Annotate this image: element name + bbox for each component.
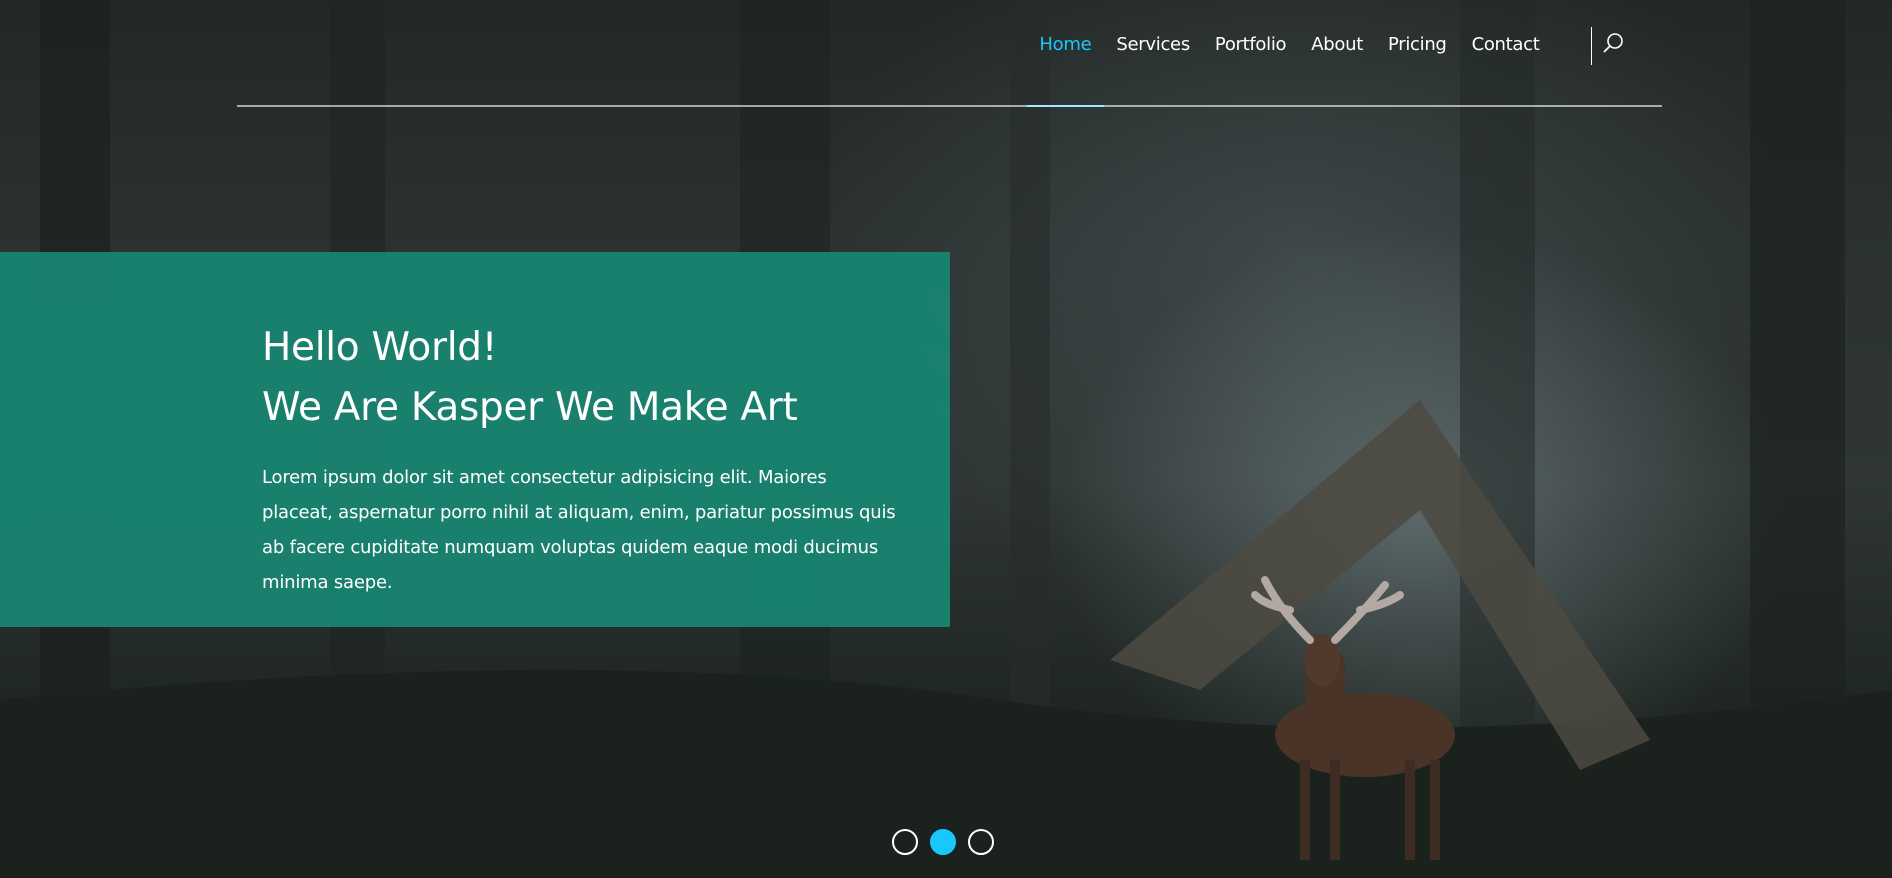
slider-bullet-3[interactable] <box>968 829 994 855</box>
nav-item-portfolio[interactable]: Portfolio <box>1202 0 1298 107</box>
slider-bullet-1[interactable] <box>892 829 918 855</box>
search-button[interactable] <box>1591 27 1632 65</box>
hero-section: Home Services Portfolio About Pricing Co… <box>0 0 1892 878</box>
intro-title: Hello World! We Are Kasper We Make Art <box>262 318 798 438</box>
header-divider <box>237 105 1662 107</box>
nav-item-contact[interactable]: Contact <box>1459 0 1552 107</box>
intro-title-line-2: We Are Kasper We Make Art <box>262 385 798 430</box>
slider-bullet-2[interactable] <box>930 829 956 855</box>
slider-bullets <box>892 829 994 855</box>
main-nav: Home Services Portfolio About Pricing Co… <box>1026 0 1552 107</box>
nav-item-about[interactable]: About <box>1299 0 1376 107</box>
intro-title-line-1: Hello World! <box>262 325 498 370</box>
site-header: Home Services Portfolio About Pricing Co… <box>237 0 1662 107</box>
nav-item-pricing[interactable]: Pricing <box>1375 0 1459 107</box>
intro-box: Hello World! We Are Kasper We Make Art L… <box>0 252 950 627</box>
nav-item-home[interactable]: Home <box>1026 0 1104 107</box>
search-icon <box>1603 33 1623 53</box>
nav-item-services[interactable]: Services <box>1104 0 1203 107</box>
intro-paragraph: Lorem ipsum dolor sit amet consectetur a… <box>262 467 896 593</box>
